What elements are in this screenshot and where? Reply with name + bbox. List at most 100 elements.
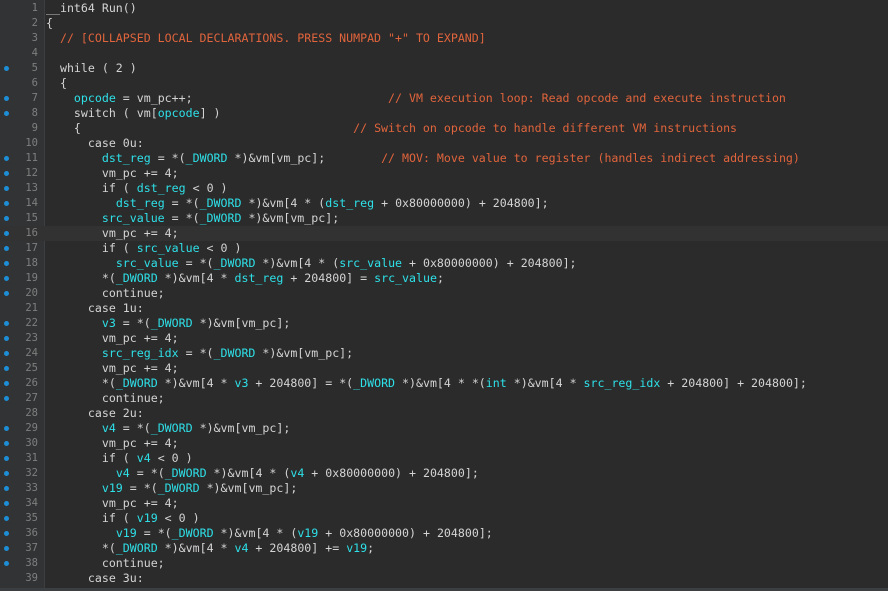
breakpoint-dot-icon[interactable] <box>4 231 9 236</box>
breakpoint-dot-icon[interactable] <box>4 366 9 371</box>
code-line[interactable]: 23 vm_pc += 4; <box>0 331 888 346</box>
breakpoint-dot-icon[interactable] <box>4 156 9 161</box>
breakpoint-dot-icon[interactable] <box>4 336 9 341</box>
breakpoint-dot-icon[interactable] <box>4 456 9 461</box>
code-line[interactable]: 6 { <box>0 76 888 91</box>
breakpoint-dot-icon[interactable] <box>4 426 9 431</box>
breakpoint-dot-icon[interactable] <box>4 216 9 221</box>
code-identifier[interactable]: dst_reg <box>102 151 151 165</box>
code-line[interactable]: 24 src_reg_idx = *(_DWORD *)&vm[vm_pc]; <box>0 346 888 361</box>
pseudocode-view[interactable]: 1 __int64 Run() 2{3 // [COLLAPSED LOCAL DE… <box>0 0 888 591</box>
code-text: __int64 Run() <box>46 1 137 16</box>
code-identifier[interactable]: v4 <box>116 466 130 480</box>
breakpoint-dot-icon[interactable] <box>4 351 9 356</box>
code-line[interactable]: 38 continue; <box>0 556 888 571</box>
line-number: 30 <box>25 437 38 449</box>
code-line[interactable]: 36 v19 = *(_DWORD *)&vm[4 * (v19 + 0x800… <box>0 526 888 541</box>
line-number: 31 <box>25 452 38 464</box>
code-line[interactable]: 13 if ( dst_reg < 0 ) <box>0 181 888 196</box>
code-token: case 1u: <box>46 301 144 315</box>
code-line[interactable]: 4 <box>0 46 888 61</box>
breakpoint-dot-icon[interactable] <box>4 471 9 476</box>
code-identifier[interactable]: v4 <box>102 421 116 435</box>
breakpoint-dot-icon[interactable] <box>4 546 9 551</box>
code-line[interactable]: 31 if ( v4 < 0 ) <box>0 451 888 466</box>
code-identifier[interactable]: v19 <box>102 481 123 495</box>
code-line[interactable]: 21 case 1u: <box>0 301 888 316</box>
breakpoint-dot-icon[interactable] <box>4 186 9 191</box>
code-identifier[interactable]: opcode <box>158 106 200 120</box>
breakpoint-dot-icon[interactable] <box>4 381 9 386</box>
code-identifier[interactable]: v19 <box>346 541 367 555</box>
breakpoint-dot-icon[interactable] <box>4 531 9 536</box>
breakpoint-dot-icon[interactable] <box>4 441 9 446</box>
code-line[interactable]: 35 if ( v19 < 0 ) <box>0 511 888 526</box>
code-identifier[interactable]: src_value <box>137 241 200 255</box>
code-line[interactable]: 14 dst_reg = *(_DWORD *)&vm[4 * (dst_reg… <box>0 196 888 211</box>
code-identifier[interactable]: dst_reg <box>234 271 283 285</box>
breakpoint-dot-icon[interactable] <box>4 246 9 251</box>
code-line[interactable]: 15 src_value = *(_DWORD *)&vm[vm_pc]; <box>0 211 888 226</box>
code-line[interactable]: 19 *(_DWORD *)&vm[4 * dst_reg + 204800] … <box>0 271 888 286</box>
breakpoint-dot-icon[interactable] <box>4 171 9 176</box>
code-line[interactable]: 37 *(_DWORD *)&vm[4 * v4 + 204800] += v1… <box>0 541 888 556</box>
code-identifier[interactable]: v4 <box>234 541 248 555</box>
code-line[interactable]: 1 __int64 Run() <box>0 1 888 16</box>
code-line[interactable]: 25 vm_pc += 4; <box>0 361 888 376</box>
code-line[interactable]: 8 switch ( vm[opcode] ) <box>0 106 888 121</box>
breakpoint-dot-icon[interactable] <box>4 486 9 491</box>
code-line[interactable]: 34 vm_pc += 4; <box>0 496 888 511</box>
code-identifier[interactable]: src_value <box>102 211 165 225</box>
breakpoint-dot-icon[interactable] <box>4 66 9 71</box>
code-identifier[interactable]: src_value <box>116 256 179 270</box>
code-line[interactable]: 22 v3 = *(_DWORD *)&vm[vm_pc]; <box>0 316 888 331</box>
code-identifier[interactable]: opcode <box>74 91 116 105</box>
code-line[interactable]: 16 vm_pc += 4; <box>0 226 888 241</box>
code-identifier[interactable]: v4 <box>290 466 304 480</box>
code-identifier[interactable]: src_value <box>339 256 402 270</box>
code-line[interactable]: 20 continue; <box>0 286 888 301</box>
line-number: 11 <box>25 152 38 164</box>
code-line[interactable]: 30 vm_pc += 4; <box>0 436 888 451</box>
code-line[interactable]: 26 *(_DWORD *)&vm[4 * v3 + 204800] = *(_… <box>0 376 888 391</box>
code-line[interactable]: 33 v19 = *(_DWORD *)&vm[vm_pc]; <box>0 481 888 496</box>
breakpoint-dot-icon[interactable] <box>4 291 9 296</box>
code-identifier[interactable]: dst_reg <box>325 196 374 210</box>
code-identifier[interactable]: src_reg_idx <box>102 346 179 360</box>
code-identifier[interactable]: src_reg_idx <box>584 376 661 390</box>
code-line[interactable]: 39 case 3u: <box>0 571 888 586</box>
code-line[interactable]: 9 { // Switch on opcode to handle differ… <box>0 121 888 136</box>
breakpoint-dot-icon[interactable] <box>4 516 9 521</box>
code-identifier[interactable]: v3 <box>234 376 248 390</box>
breakpoint-dot-icon[interactable] <box>4 261 9 266</box>
code-line[interactable]: 11 dst_reg = *(_DWORD *)&vm[vm_pc]; // M… <box>0 151 888 166</box>
code-line[interactable]: 2{ <box>0 16 888 31</box>
breakpoint-dot-icon[interactable] <box>4 96 9 101</box>
code-line[interactable]: 3 // [COLLAPSED LOCAL DECLARATIONS. PRES… <box>0 31 888 46</box>
breakpoint-dot-icon[interactable] <box>4 501 9 506</box>
code-identifier[interactable]: dst_reg <box>137 181 186 195</box>
code-identifier[interactable]: v19 <box>137 511 158 525</box>
breakpoint-dot-icon[interactable] <box>4 111 9 116</box>
code-line[interactable]: 7 opcode = vm_pc++; // VM execution loop… <box>0 91 888 106</box>
code-identifier[interactable]: v19 <box>297 526 318 540</box>
code-line[interactable]: 12 vm_pc += 4; <box>0 166 888 181</box>
breakpoint-dot-icon[interactable] <box>4 321 9 326</box>
code-line[interactable]: 5 while ( 2 ) <box>0 61 888 76</box>
code-line[interactable]: 27 continue; <box>0 391 888 406</box>
code-identifier[interactable]: v3 <box>102 316 116 330</box>
code-line[interactable]: 17 if ( src_value < 0 ) <box>0 241 888 256</box>
breakpoint-dot-icon[interactable] <box>4 201 9 206</box>
breakpoint-dot-icon[interactable] <box>4 396 9 401</box>
code-line[interactable]: 32 v4 = *(_DWORD *)&vm[4 * (v4 + 0x80000… <box>0 466 888 481</box>
code-line[interactable]: 10 case 0u: <box>0 136 888 151</box>
code-identifier[interactable]: dst_reg <box>116 196 165 210</box>
code-identifier[interactable]: v4 <box>137 451 151 465</box>
code-line[interactable]: 29 v4 = *(_DWORD *)&vm[vm_pc]; <box>0 421 888 436</box>
code-identifier[interactable]: v19 <box>116 526 137 540</box>
code-identifier[interactable]: src_value <box>374 271 437 285</box>
breakpoint-dot-icon[interactable] <box>4 276 9 281</box>
code-line[interactable]: 18 src_value = *(_DWORD *)&vm[4 * (src_v… <box>0 256 888 271</box>
breakpoint-dot-icon[interactable] <box>4 561 9 566</box>
code-line[interactable]: 28 case 2u: <box>0 406 888 421</box>
